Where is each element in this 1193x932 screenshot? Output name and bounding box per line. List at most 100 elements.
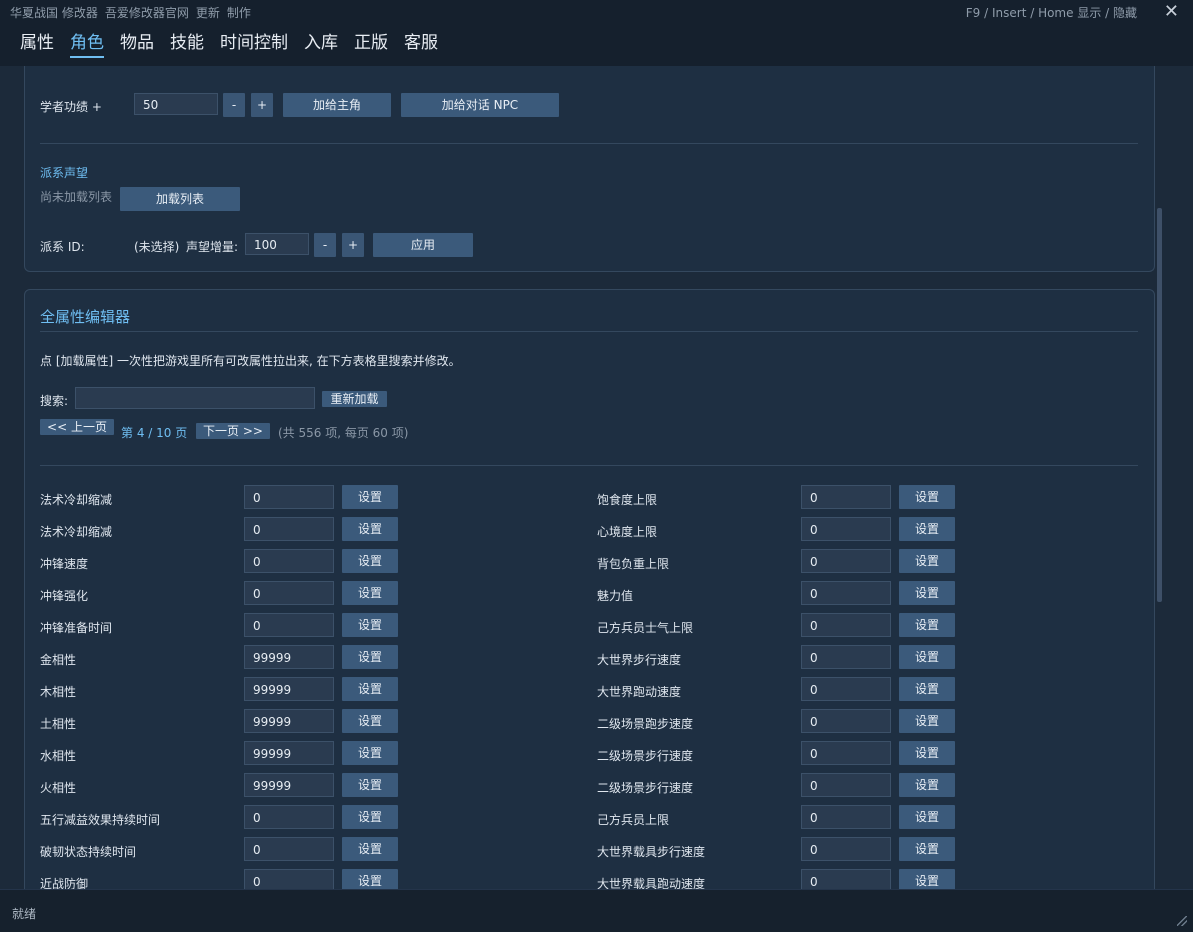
- set-button[interactable]: 设置: [899, 741, 955, 765]
- set-button[interactable]: 设置: [899, 709, 955, 733]
- tab-7[interactable]: 客服: [404, 28, 438, 58]
- set-button[interactable]: 设置: [899, 773, 955, 797]
- app-links: 华夏战国 修改器 吾爱修改器官网 更新 制作: [10, 4, 258, 21]
- attribute-value-input[interactable]: 0: [801, 805, 891, 829]
- attribute-name: 法术冷却缩减: [40, 493, 113, 507]
- tab-6[interactable]: 正版: [354, 28, 388, 58]
- attribute-name: 冲锋准备时间: [40, 621, 113, 635]
- set-button[interactable]: 设置: [342, 869, 398, 889]
- attribute-value-input[interactable]: 0: [244, 613, 334, 637]
- attribute-name: 木相性: [40, 685, 77, 699]
- set-button[interactable]: 设置: [899, 549, 955, 573]
- attribute-value-input[interactable]: 0: [244, 485, 334, 509]
- set-button[interactable]: 设置: [342, 645, 398, 669]
- attribute-name: 大世界载具跑动速度: [597, 877, 706, 889]
- attribute-value-input[interactable]: 0: [801, 517, 891, 541]
- tab-0[interactable]: 属性: [20, 28, 54, 58]
- scholar-minus-button[interactable]: -: [223, 93, 245, 117]
- resize-grip-icon[interactable]: [1177, 916, 1187, 926]
- attribute-value-input[interactable]: 0: [801, 581, 891, 605]
- prev-page-button[interactable]: << 上一页: [40, 419, 114, 435]
- attribute-name: 土相性: [40, 717, 77, 731]
- attribute-value-input[interactable]: 0: [244, 837, 334, 861]
- load-list-button[interactable]: 加载列表: [120, 187, 240, 211]
- set-button[interactable]: 设置: [899, 645, 955, 669]
- give-player-button[interactable]: 加给主角: [283, 93, 391, 117]
- set-button[interactable]: 设置: [342, 549, 398, 573]
- close-icon[interactable]: ✕: [1164, 1, 1179, 22]
- attribute-value-input[interactable]: 0: [801, 645, 891, 669]
- set-button[interactable]: 设置: [342, 805, 398, 829]
- attribute-value-input[interactable]: 0: [801, 613, 891, 637]
- attribute-value-input[interactable]: 99999: [244, 773, 334, 797]
- title-link[interactable]: 更新: [196, 6, 220, 20]
- search-label: 搜索:: [40, 394, 69, 408]
- attribute-value-input[interactable]: 0: [801, 485, 891, 509]
- title-link[interactable]: 制作: [227, 6, 251, 20]
- attribute-value-input[interactable]: 0: [801, 709, 891, 733]
- faction-title: 派系声望: [40, 166, 89, 180]
- tab-2[interactable]: 物品: [120, 28, 154, 58]
- set-button[interactable]: 设置: [342, 581, 398, 605]
- reputation-plus-button[interactable]: +: [342, 233, 364, 257]
- attribute-value-input[interactable]: 0: [801, 549, 891, 573]
- set-button[interactable]: 设置: [342, 837, 398, 861]
- attribute-value-input[interactable]: 0: [801, 677, 891, 701]
- attribute-value-input[interactable]: 0: [244, 517, 334, 541]
- attribute-value-input[interactable]: 99999: [244, 645, 334, 669]
- set-button[interactable]: 设置: [899, 613, 955, 637]
- attribute-value-input[interactable]: 0: [244, 805, 334, 829]
- tab-1[interactable]: 角色: [70, 28, 104, 58]
- reputation-delta-input[interactable]: 100: [245, 233, 309, 255]
- next-page-button[interactable]: 下一页 >>: [196, 423, 270, 439]
- set-button[interactable]: 设置: [342, 741, 398, 765]
- set-button[interactable]: 设置: [342, 613, 398, 637]
- attribute-value-input[interactable]: 99999: [244, 709, 334, 733]
- set-button[interactable]: 设置: [342, 709, 398, 733]
- title-link[interactable]: 华夏战国 修改器: [10, 6, 98, 20]
- attribute-value-input[interactable]: 0: [244, 869, 334, 889]
- give-npc-button[interactable]: 加给对话 NPC: [401, 93, 559, 117]
- set-button[interactable]: 设置: [899, 837, 955, 861]
- scrollbar[interactable]: [1157, 208, 1162, 602]
- status-text: 就绪: [12, 907, 37, 921]
- attribute-name: 火相性: [40, 781, 77, 795]
- attribute-value-input[interactable]: 99999: [244, 741, 334, 765]
- attribute-value-input[interactable]: 0: [801, 741, 891, 765]
- tab-4[interactable]: 时间控制: [220, 28, 288, 58]
- attribute-name: 二级场景步行速度: [597, 781, 694, 795]
- set-button[interactable]: 设置: [899, 485, 955, 509]
- attribute-value-input[interactable]: 99999: [244, 677, 334, 701]
- attribute-name: 魅力值: [597, 589, 634, 603]
- divider: [40, 465, 1138, 466]
- status-bar: 就绪: [0, 889, 1193, 932]
- reputation-minus-button[interactable]: -: [314, 233, 336, 257]
- scholar-value-input[interactable]: 50: [134, 93, 218, 115]
- title-link[interactable]: 吾爱修改器官网: [105, 6, 189, 20]
- set-button[interactable]: 设置: [899, 805, 955, 829]
- search-input[interactable]: [75, 387, 315, 409]
- attribute-value-input[interactable]: 0: [801, 837, 891, 861]
- total-info: (共 556 项, 每页 60 项): [278, 426, 409, 440]
- set-button[interactable]: 设置: [899, 677, 955, 701]
- set-button[interactable]: 设置: [342, 517, 398, 541]
- attribute-value-input[interactable]: 0: [801, 773, 891, 797]
- set-button[interactable]: 设置: [342, 677, 398, 701]
- attribute-value-input[interactable]: 0: [801, 869, 891, 889]
- tab-3[interactable]: 技能: [170, 28, 204, 58]
- set-button[interactable]: 设置: [899, 869, 955, 889]
- attribute-name: 五行减益效果持续时间: [40, 813, 161, 827]
- set-button[interactable]: 设置: [342, 485, 398, 509]
- attribute-value-input[interactable]: 0: [244, 581, 334, 605]
- attribute-name: 心境度上限: [597, 525, 658, 539]
- character-panel: 学者功绩 + 50 - + 加给主角 加给对话 NPC 派系声望 尚未加载列表 …: [24, 66, 1155, 272]
- attribute-value-input[interactable]: 0: [244, 549, 334, 573]
- attribute-name: 大世界步行速度: [597, 653, 682, 667]
- apply-button[interactable]: 应用: [373, 233, 473, 257]
- scholar-plus-button[interactable]: +: [251, 93, 273, 117]
- tab-5[interactable]: 入库: [304, 28, 338, 58]
- set-button[interactable]: 设置: [342, 773, 398, 797]
- set-button[interactable]: 设置: [899, 581, 955, 605]
- set-button[interactable]: 设置: [899, 517, 955, 541]
- reload-button[interactable]: 重新加载: [322, 391, 387, 407]
